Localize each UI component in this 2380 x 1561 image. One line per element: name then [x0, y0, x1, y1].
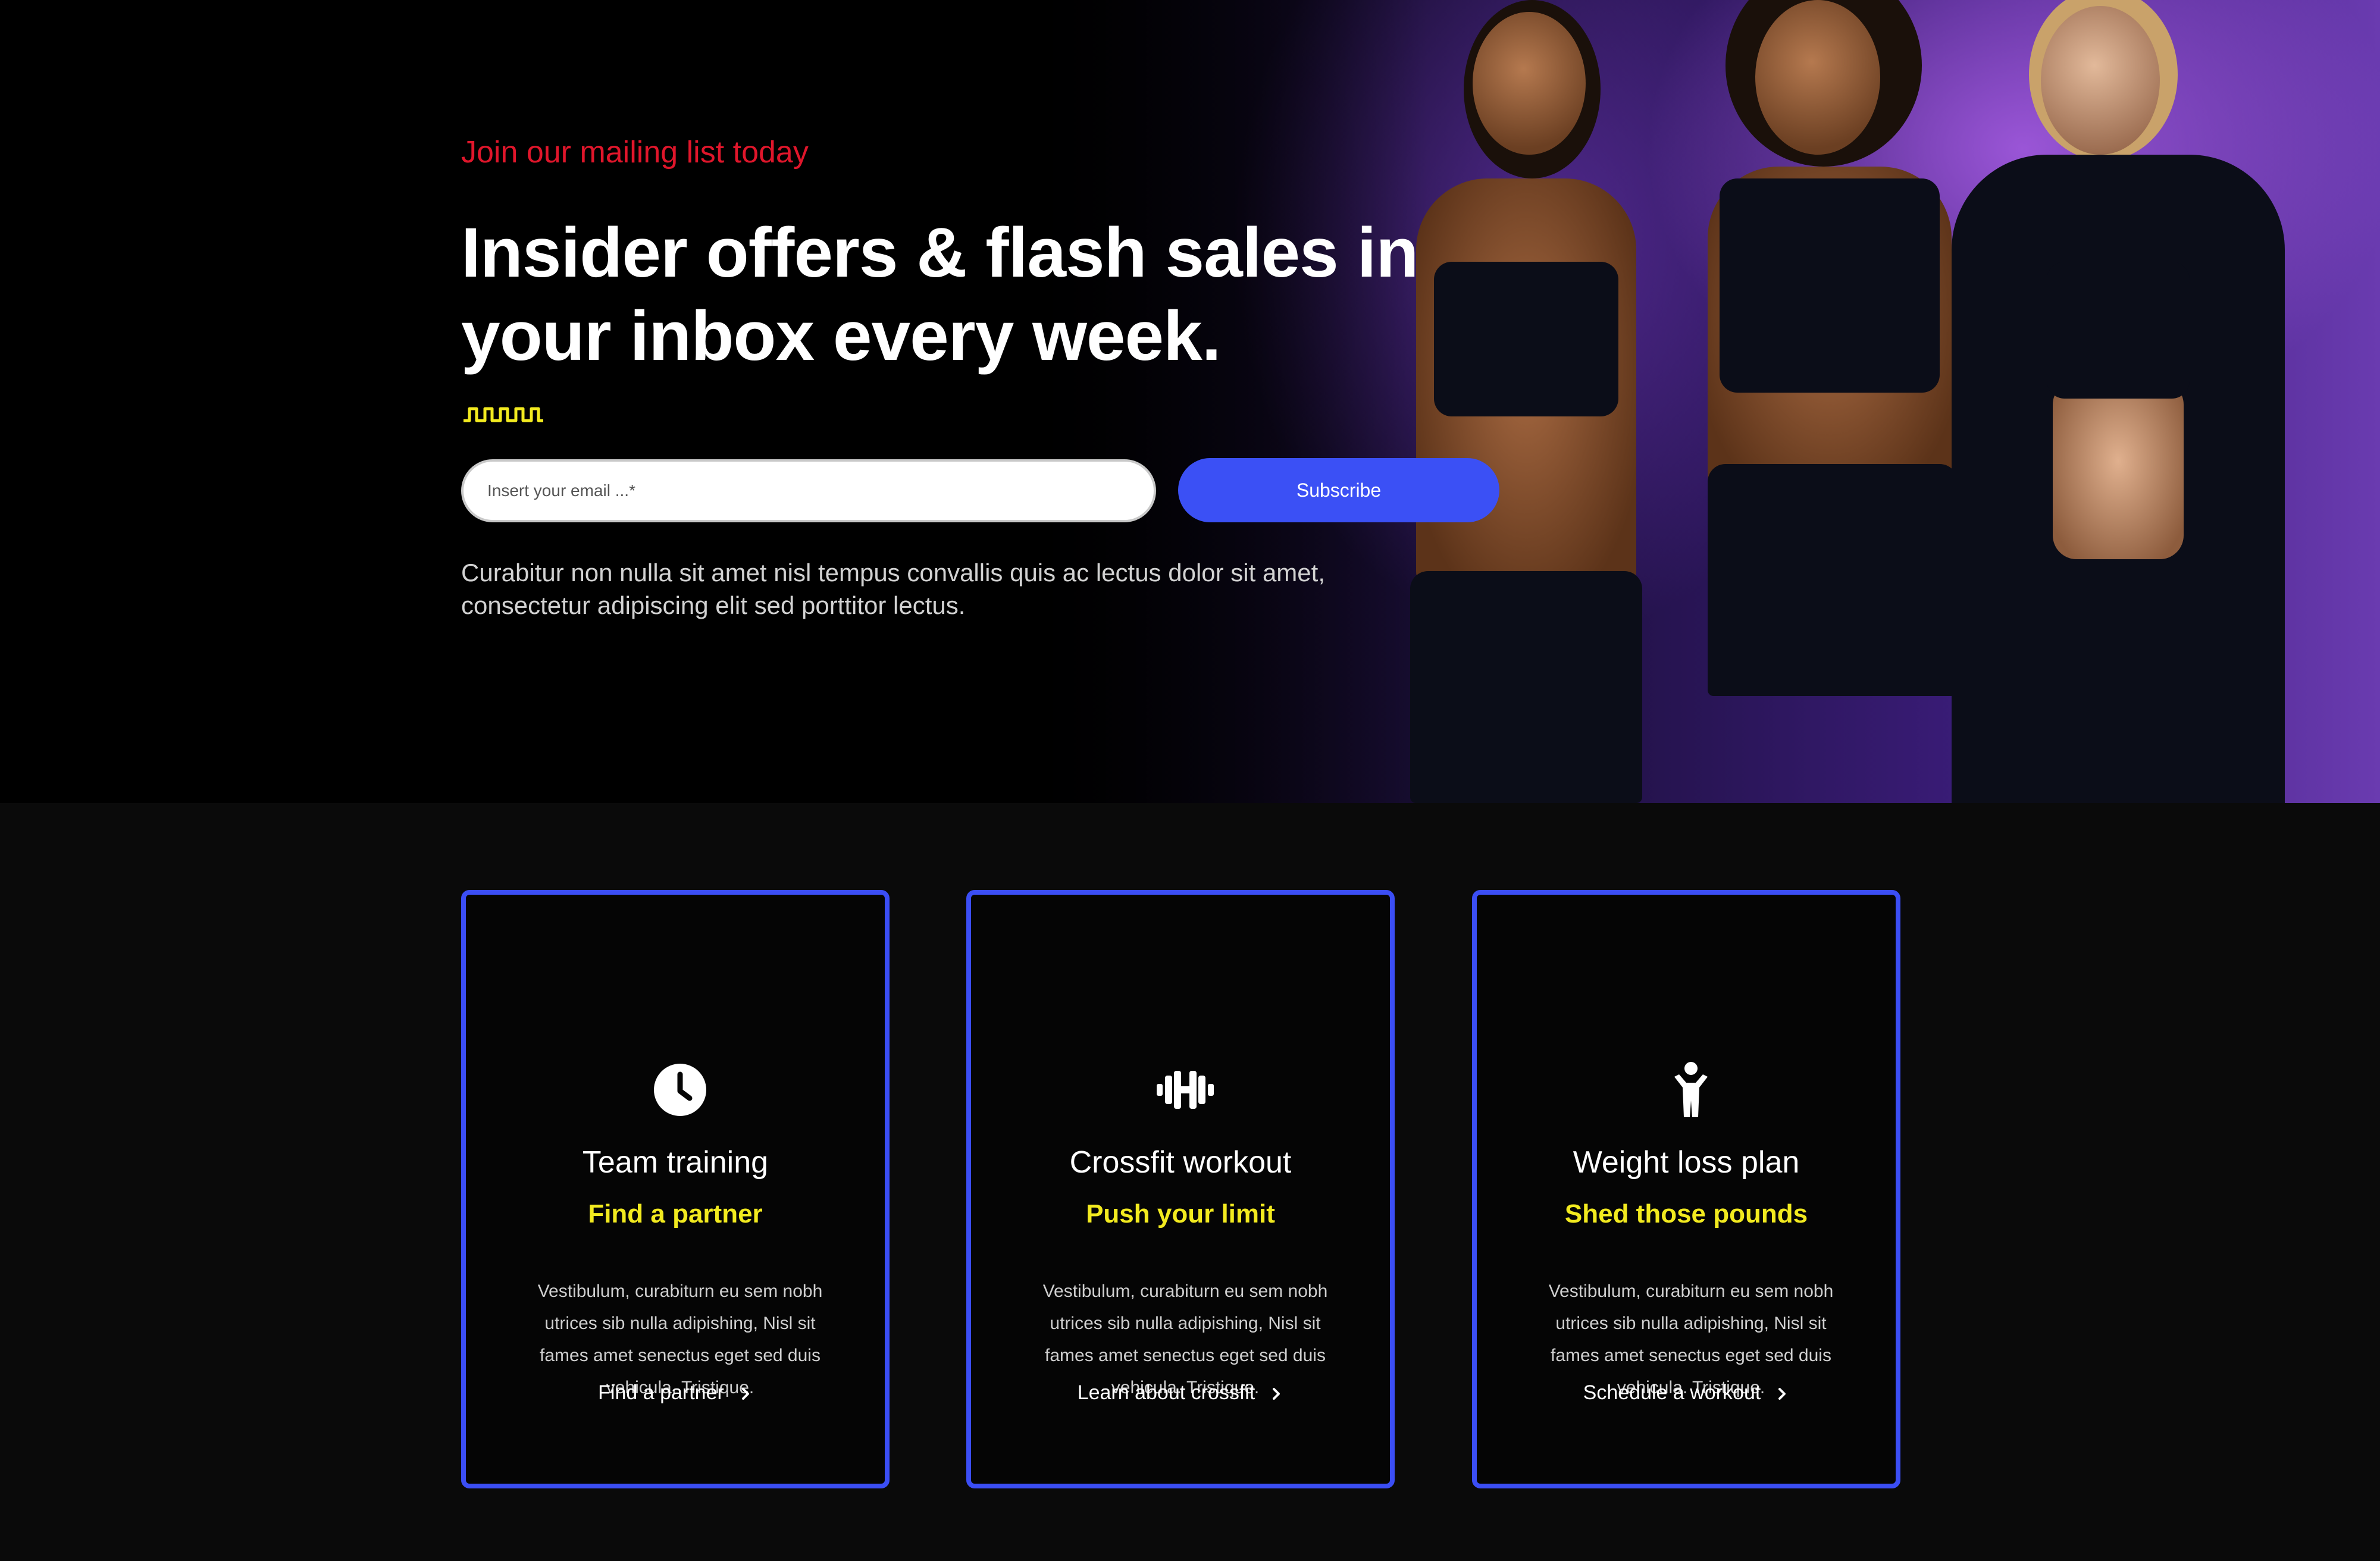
dumbbell-icon — [1157, 1071, 1214, 1109]
card-title: Crossfit workout — [1069, 1145, 1292, 1180]
card-crossfit-workout: Crossfit workout Push your limit Vestibu… — [966, 890, 1395, 1488]
card-subtitle: Find a partner — [588, 1199, 763, 1228]
photo-figure-right — [1952, 0, 2285, 803]
card-title: Weight loss plan — [1573, 1145, 1800, 1180]
subscribe-button[interactable]: Subscribe — [1178, 458, 1499, 522]
card-link-label[interactable]: Find a partner — [598, 1381, 724, 1404]
schedule-workout-link[interactable]: Schedule a workout — [1477, 1381, 1896, 1405]
find-partner-link[interactable]: Find a partner — [466, 1381, 885, 1405]
card-link-label[interactable]: Learn about crossfit — [1078, 1381, 1255, 1404]
chevron-right-icon — [1778, 1388, 1786, 1400]
email-input[interactable] — [461, 459, 1156, 522]
card-link-label[interactable]: Schedule a workout — [1583, 1381, 1761, 1404]
chevron-right-icon — [1273, 1388, 1280, 1400]
card-subtitle: Push your limit — [1086, 1199, 1275, 1228]
hero-section: Join our mailing list today Insider offe… — [0, 0, 2380, 803]
services-section: Team training Find a partner Vestibulum,… — [0, 803, 2380, 1561]
card-title: Team training — [582, 1145, 769, 1180]
newsletter-headline: Insider offers & flash sales in your inb… — [461, 214, 1418, 375]
newsletter-description: Curabitur non nulla sit amet nisl tempus… — [461, 559, 1325, 619]
clock-icon — [654, 1064, 706, 1116]
squiggle-divider-icon — [464, 407, 543, 422]
photo-figure-center — [1660, 0, 1993, 803]
card-subtitle: Shed those pounds — [1564, 1199, 1808, 1228]
hero-photo-three-women — [1012, 0, 2380, 803]
card-weight-loss-plan: Weight loss plan Shed those pounds Vesti… — [1472, 890, 1900, 1488]
chevron-right-icon — [741, 1388, 749, 1400]
photo-figure-left — [1368, 0, 1678, 803]
learn-crossfit-link[interactable]: Learn about crossfit — [971, 1381, 1390, 1405]
newsletter-eyebrow: Join our mailing list today — [461, 135, 809, 170]
person-icon — [1674, 1062, 1708, 1117]
card-team-training: Team training Find a partner Vestibulum,… — [461, 890, 890, 1488]
